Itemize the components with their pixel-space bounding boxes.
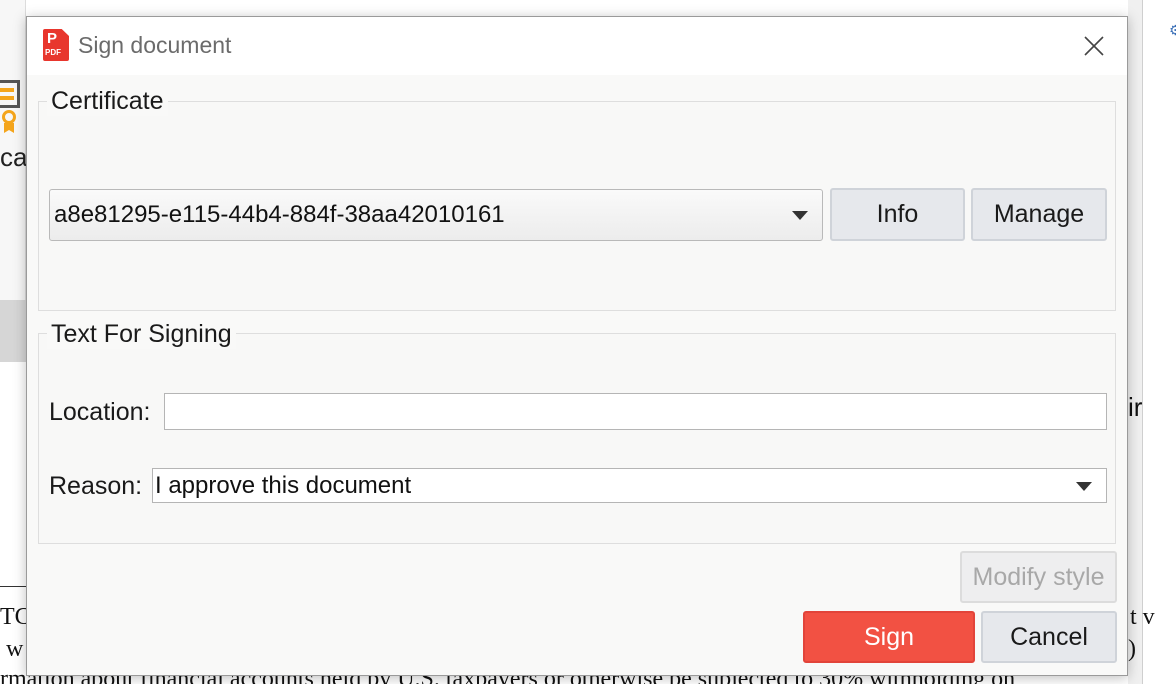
background-doc-text-2-left: w: [6, 636, 24, 662]
certificate-ribbon-icon: [0, 80, 22, 136]
certificate-legend: Certificate: [47, 87, 168, 116]
background-doc-text-1-right: t v: [1130, 604, 1155, 630]
dialog-title: Sign document: [78, 32, 232, 58]
chevron-down-icon: [792, 211, 808, 220]
info-button[interactable]: Info: [830, 188, 965, 241]
dialog-titlebar[interactable]: P PDF Sign document: [27, 17, 1127, 75]
manage-button[interactable]: Manage: [971, 188, 1107, 241]
reason-label: Reason:: [49, 472, 143, 500]
background-right-panel: ⚙: [1142, 0, 1176, 684]
location-input[interactable]: [164, 393, 1107, 430]
location-label: Location:: [49, 398, 151, 426]
background-doc-text-2-right: ): [1128, 636, 1136, 662]
close-icon: [1084, 36, 1104, 56]
text-for-signing-group: [38, 333, 1116, 544]
background-doc-rule: [0, 586, 26, 587]
sign-button[interactable]: Sign: [803, 611, 975, 663]
close-button[interactable]: [1077, 29, 1111, 63]
reason-select-value: I approve this document: [155, 471, 412, 499]
pdf-app-icon: P PDF: [43, 29, 69, 61]
reason-select[interactable]: I approve this document: [152, 468, 1107, 503]
certificate-select[interactable]: a8e81295-e115-44b4-884f-38aa42010161: [49, 189, 823, 241]
background-toolbar-label: cat: [0, 142, 26, 172]
background-scroll-gap: [1128, 0, 1142, 684]
chevron-down-icon: [1076, 481, 1092, 491]
cancel-button[interactable]: Cancel: [981, 611, 1117, 663]
gear-icon: ⚙: [1169, 22, 1176, 38]
certificate-select-value: a8e81295-e115-44b4-884f-38aa42010161: [54, 201, 505, 228]
text-for-signing-legend: Text For Signing: [47, 320, 236, 349]
sign-document-dialog: P PDF Sign document Certificate a8e81295…: [26, 16, 1128, 676]
modify-style-button[interactable]: Modify style: [960, 551, 1117, 603]
background-cut-text-right: ir: [1128, 392, 1143, 422]
